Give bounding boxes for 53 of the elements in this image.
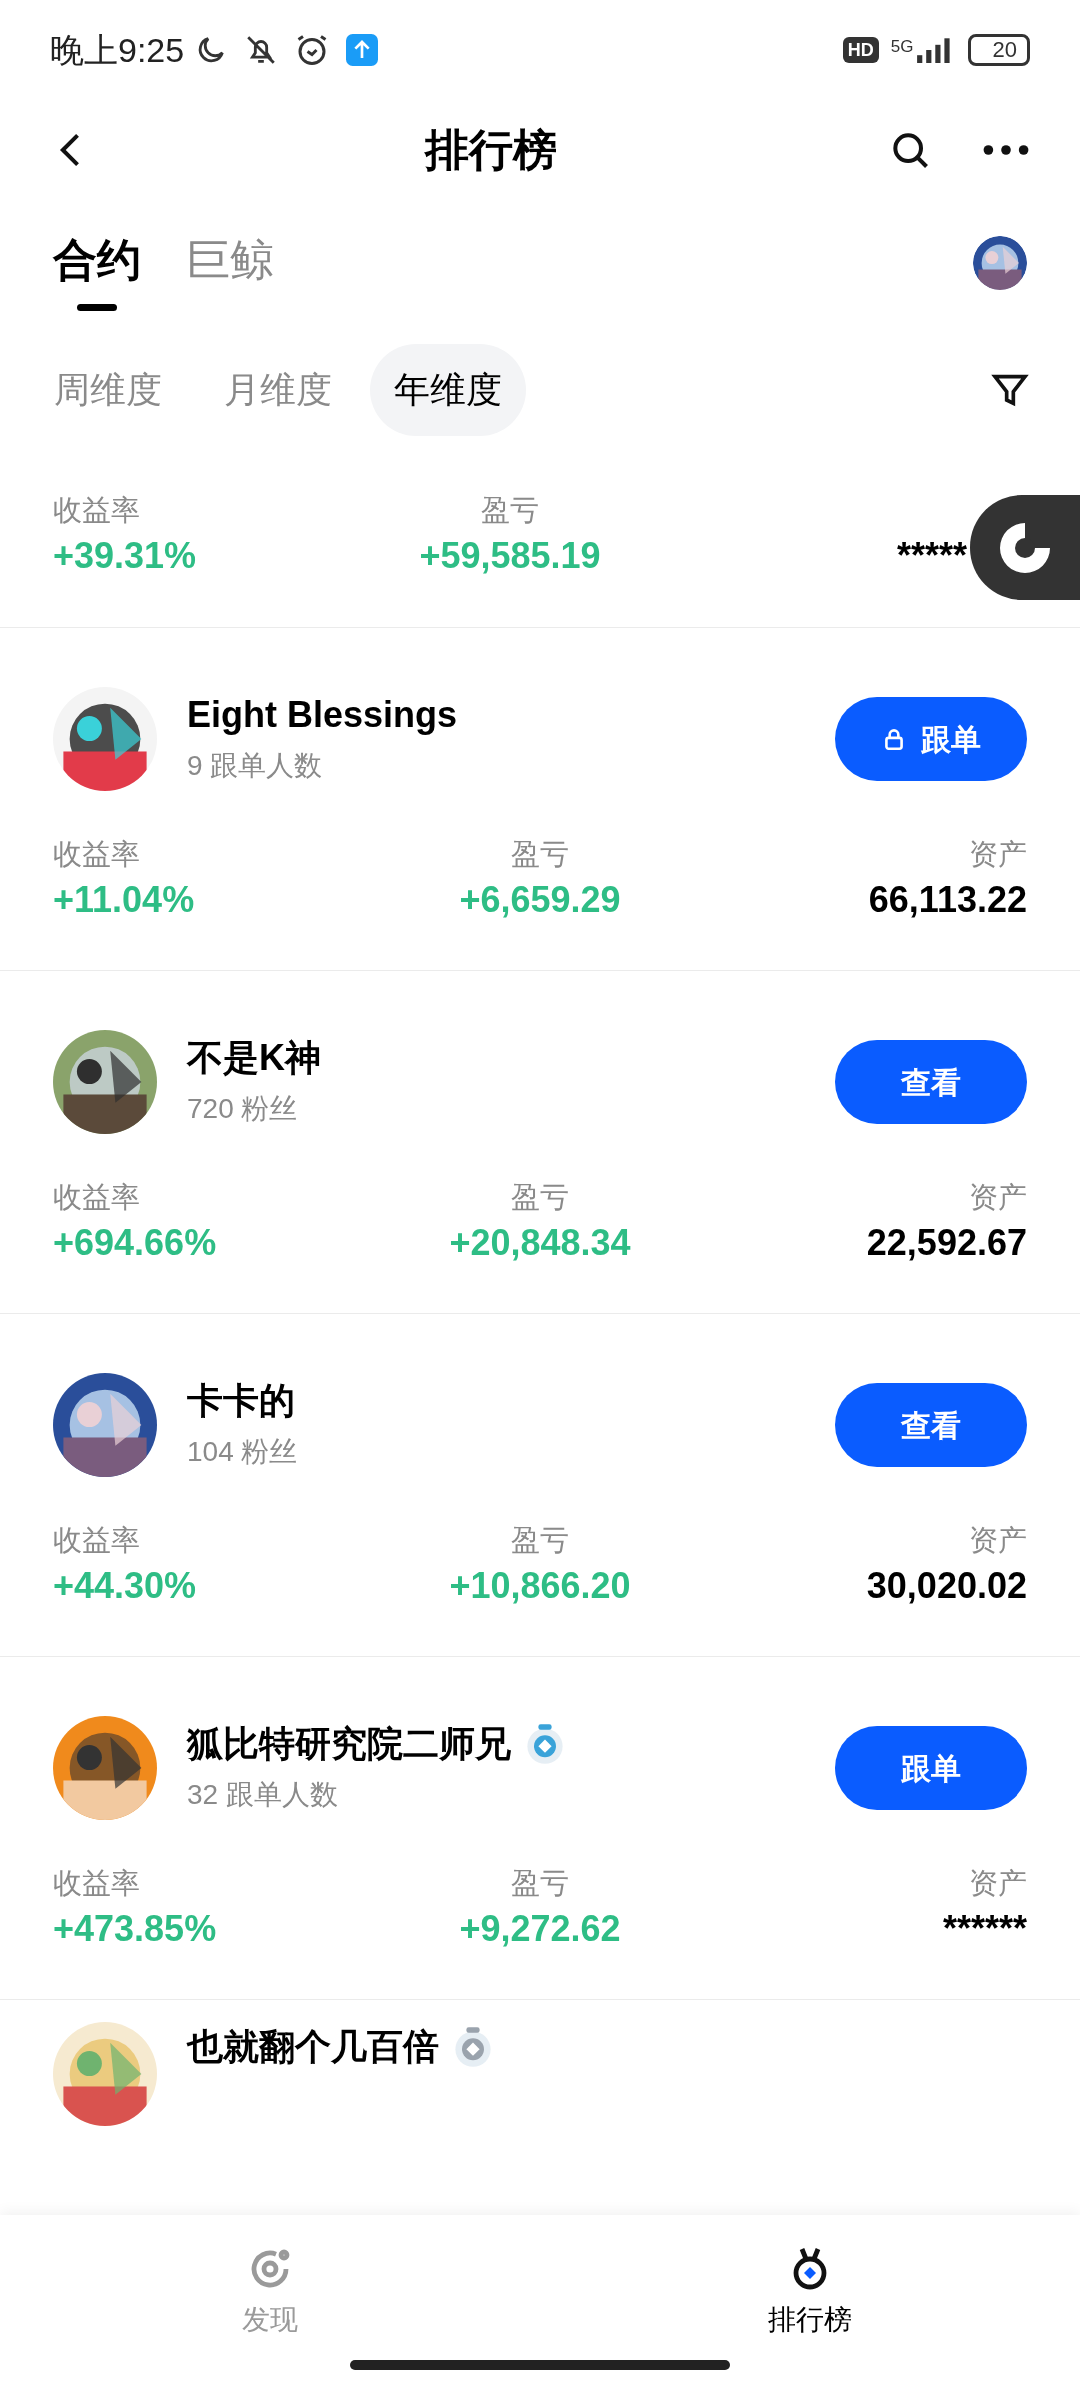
stat-label: 盈亏: [511, 1523, 569, 1558]
stat-label: 盈亏: [511, 1180, 569, 1215]
follower-count: 104 粉丝: [187, 1435, 299, 1469]
stat-value: 30,020.02: [866, 1564, 1027, 1608]
follow-button[interactable]: 跟单: [835, 1726, 1027, 1810]
hd-badge: HD: [842, 37, 879, 63]
stat-label: 收益率: [53, 1866, 140, 1901]
stat-label: 收益率: [53, 1523, 140, 1558]
follower-count: 32 跟单人数: [187, 1778, 339, 1812]
follower-count: 720 粉丝: [187, 1092, 299, 1126]
stat-value: +473.85%: [53, 1907, 217, 1951]
follow-button[interactable]: 查看: [835, 1383, 1027, 1467]
stat-value: +39.31%: [53, 534, 197, 578]
stat-label: 盈亏: [511, 1866, 569, 1901]
category-tab[interactable]: 合约: [53, 230, 141, 311]
stat-value: 22,592.67: [866, 1221, 1027, 1265]
trader-name[interactable]: 狐比特研究院二师兄: [187, 1719, 511, 1769]
stat-value: +44.30%: [53, 1564, 197, 1608]
follow-button[interactable]: 查看: [835, 1040, 1027, 1124]
follow-button[interactable]: 跟单: [835, 697, 1027, 781]
stat-value: 66,113.22: [868, 878, 1027, 922]
page-title: 排行榜: [425, 124, 557, 176]
stat-value: +694.66%: [53, 1221, 217, 1265]
period-tab[interactable]: 年维度: [370, 344, 526, 436]
follower-count: 9 跟单人数: [187, 749, 324, 783]
status-time: 晚上9:25: [50, 29, 185, 71]
trader-name[interactable]: 不是K神: [187, 1033, 321, 1083]
network-label: 5G: [890, 37, 914, 57]
trader-name[interactable]: Eight Blessings: [187, 690, 458, 740]
floating-widget[interactable]: [970, 495, 1080, 600]
stat-value: +9,272.62: [459, 1907, 621, 1951]
stat-value: *****: [896, 534, 967, 578]
trader-name[interactable]: 也就翻个几百倍: [187, 2022, 439, 2072]
stat-value: +6,659.29: [459, 878, 621, 922]
stat-label: 资产: [969, 1523, 1027, 1558]
stat-label: 收益率: [53, 837, 140, 872]
nav-tab[interactable]: 排行榜: [540, 2215, 1080, 2360]
stat-label: 资产: [969, 837, 1027, 872]
stat-label: 资产: [969, 1866, 1027, 1901]
stat-value: +20,848.34: [449, 1221, 631, 1265]
stat-label: 盈亏: [481, 493, 539, 528]
stat-label: 资产: [969, 1180, 1027, 1215]
upload-app-icon: [346, 34, 379, 66]
stat-value: ******: [942, 1907, 1027, 1951]
stat-value: +11.04%: [53, 878, 195, 922]
stat-label: 盈亏: [511, 837, 569, 872]
more-icon[interactable]: [982, 143, 1030, 157]
stat-value: +10,866.20: [449, 1564, 631, 1608]
stat-value: +59,585.19: [419, 534, 601, 578]
battery-level: 20: [967, 34, 1030, 66]
trader-name[interactable]: 卡卡的: [187, 1376, 295, 1426]
stat-label: 收益率: [53, 493, 140, 528]
stat-label: 收益率: [53, 1180, 140, 1215]
